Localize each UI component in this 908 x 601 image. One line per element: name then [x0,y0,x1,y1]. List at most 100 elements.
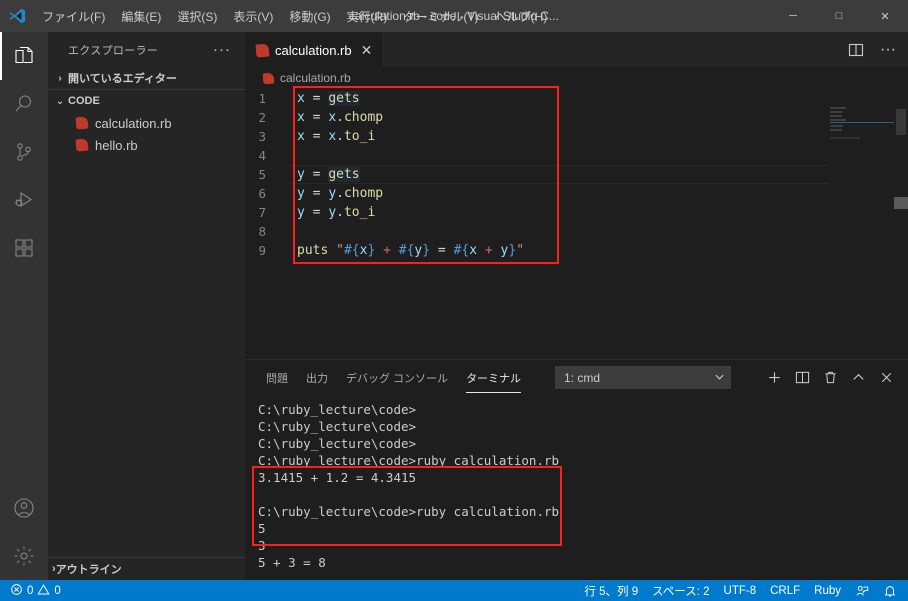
code-line[interactable]: 2 x = x.chomp [245,108,908,127]
code-editor[interactable]: 1 x = gets 2 x = x.chomp 3 x = x.to_i 4 5 y = ge… [245,89,908,359]
tab-output[interactable]: 出力 [297,360,337,395]
activity-bar-bottom [0,484,48,580]
bell-icon[interactable] [876,580,904,601]
breadcrumb[interactable]: calculation.rb [245,67,908,89]
menu-edit[interactable]: 編集(E) [113,0,169,32]
line-number: 8 [258,224,266,239]
ruby-file-icon [262,72,275,84]
terminal-line: C:\ruby_lecture\code>ruby calculation.rb [258,453,560,468]
minimap[interactable] [828,89,908,359]
maximize-button[interactable]: □ [816,0,862,32]
status-eol[interactable]: CRLF [763,580,807,601]
run-debug-icon[interactable] [0,176,48,224]
ruby-file-icon [255,43,270,57]
sidebar-title-label: エクスプローラー [68,44,159,57]
sidebar-more-actions-icon[interactable]: ··· [213,41,237,58]
status-cursor-position[interactable]: 行 5、列 9 [577,580,645,601]
line-number: 1 [258,91,266,106]
status-language-mode[interactable]: Ruby [807,580,848,601]
extensions-icon[interactable] [0,224,48,272]
vscode-window: ファイル(F) 編集(E) 選択(S) 表示(V) 移動(G) 実行(R) ター… [0,0,908,601]
close-panel-icon[interactable] [872,364,900,392]
menu-go[interactable]: 移動(G) [281,0,338,32]
status-encoding[interactable]: UTF-8 [717,580,764,601]
panel-actions [760,360,900,395]
terminal-line: C:\ruby_lecture\code>ruby calculation.rb [258,504,560,519]
settings-gear-icon[interactable] [0,532,48,580]
tab-terminal[interactable]: ターミナル [457,360,530,395]
source-control-icon[interactable] [0,128,48,176]
chevron-down-icon [714,371,725,385]
section-folder-label: CODE [68,95,100,107]
terminal-selector-dropdown[interactable]: 1: cmd [555,366,731,389]
line-number: 7 [258,205,266,220]
code-line[interactable]: 8 [245,222,908,241]
tab-problems[interactable]: 問題 [257,360,297,395]
minimize-button[interactable]: ─ [770,0,816,32]
close-button[interactable]: ✕ [862,0,908,32]
kill-terminal-icon[interactable] [816,364,844,392]
account-icon[interactable] [0,484,48,532]
tab-calculation-rb[interactable]: calculation.rb ✕ [245,32,384,67]
more-actions-icon[interactable]: ··· [874,36,902,64]
terminal-line: C:\ruby_lecture\code> [258,419,417,434]
code-line[interactable]: 5 y = gets [245,165,908,184]
title-bar: ファイル(F) 編集(E) 選択(S) 表示(V) 移動(G) 実行(R) ター… [0,0,908,32]
overview-ruler-mark [894,197,908,209]
status-indentation[interactable]: スペース: 2 [645,580,716,601]
editor-tab-actions: ··· [842,32,902,67]
code-line-text: puts "#{x} + #{y} = #{x + y}" [297,243,525,258]
file-item-label: calculation.rb [95,115,172,131]
code-line[interactable]: 4 [245,146,908,165]
code-line-text: y = gets [297,167,360,182]
section-outline-label: アウトライン [55,564,122,576]
tab-debug-console[interactable]: デバッグ コンソール [337,360,457,395]
code-line-text: y = y.chomp [297,186,384,201]
feedback-icon[interactable] [848,580,876,601]
chevron-right-icon: › [58,72,62,84]
menu-run[interactable]: 実行(R) [339,0,396,32]
close-icon[interactable]: ✕ [361,43,373,57]
menu-view[interactable]: 表示(V) [225,0,281,32]
line-number: 5 [258,167,266,182]
error-circle-icon [10,583,23,599]
code-line[interactable]: 7 y = y.to_i [245,203,908,222]
split-editor-icon[interactable] [842,36,870,64]
split-terminal-icon[interactable] [788,364,816,392]
chevron-down-icon: ⌄ [55,95,65,107]
menu-bar: ファイル(F) 編集(E) 選択(S) 表示(V) 移動(G) 実行(R) ター… [34,0,555,32]
file-item-hello[interactable]: hello.rb [48,134,245,156]
status-problems[interactable]: 0 0 [8,580,68,601]
new-terminal-icon[interactable] [760,364,788,392]
line-number: 4 [258,148,266,163]
terminal-selector-value: 1: cmd [564,370,601,385]
search-icon[interactable] [0,80,48,128]
terminal-line: C:\ruby_lecture\code> [258,402,417,417]
menu-terminal[interactable]: ターミナル(T) [395,0,486,32]
code-line-text: x = gets [297,91,360,106]
terminal-line: 3 [258,538,266,553]
code-line[interactable]: 1 x = gets [245,89,908,108]
section-outline[interactable]: › アウトライン [48,557,245,580]
menu-selection[interactable]: 選択(S) [169,0,225,32]
section-folder-code[interactable]: ⌄ CODE [48,90,245,112]
status-bar: 0 0 行 5、列 9 スペース: 2 UTF-8 CRLF Ruby [0,580,908,601]
code-line-text: y = y.to_i [297,205,376,220]
terminal-output[interactable]: C:\ruby_lecture\code> C:\ruby_lecture\cod… [245,395,908,580]
terminal-line: 3.1415 + 1.2 = 4.3415 [258,470,417,485]
scrollbar-thumb[interactable] [896,109,906,135]
file-item-calculation[interactable]: calculation.rb [48,112,245,134]
explorer-icon[interactable] [0,32,48,80]
editor-scrollbar[interactable] [894,89,908,359]
code-line[interactable]: 9 puts "#{x} + #{y} = #{x + y}" [245,241,908,260]
maximize-panel-icon[interactable] [844,364,872,392]
section-open-editors[interactable]: › 開いているエディター [48,67,245,89]
code-lines: 1 x = gets 2 x = x.chomp 3 x = x.to_i 4 5 y = ge… [245,89,908,260]
menu-file[interactable]: ファイル(F) [34,0,113,32]
code-line[interactable]: 3 x = x.to_i [245,127,908,146]
menu-help[interactable]: ヘルプ(H) [487,0,556,32]
editor-group: calculation.rb ✕ ··· calculation.rb 1 x =… [245,32,908,580]
code-line[interactable]: 6 y = y.chomp [245,184,908,203]
warning-triangle-icon [37,583,51,599]
